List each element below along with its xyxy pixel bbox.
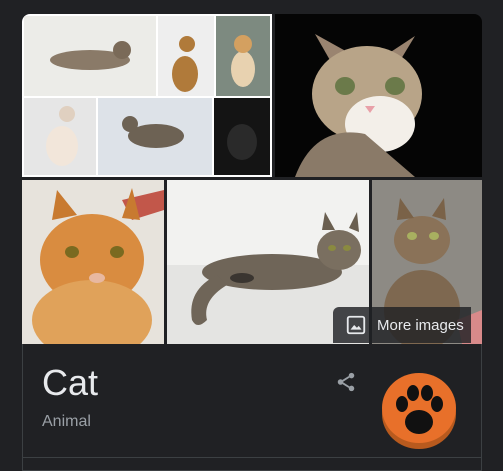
entity-title: Cat	[42, 362, 99, 403]
entity-thumbnail[interactable]	[381, 364, 457, 450]
entity-header: Cat Animal	[22, 344, 482, 471]
divider	[23, 457, 481, 458]
image-cat-closeup[interactable]	[275, 14, 482, 177]
knowledge-panel: More images Cat Animal	[22, 14, 482, 471]
image-icon	[345, 314, 367, 336]
more-images-button[interactable]: More images	[333, 307, 471, 343]
paw-icon	[382, 373, 456, 449]
more-images-label: More images	[377, 316, 464, 334]
share-button[interactable]	[335, 371, 357, 393]
image-orange-cat[interactable]	[22, 180, 164, 344]
share-icon	[337, 372, 355, 392]
entity-subtitle: Animal	[42, 413, 91, 430]
image-cat-collage[interactable]	[22, 14, 272, 177]
